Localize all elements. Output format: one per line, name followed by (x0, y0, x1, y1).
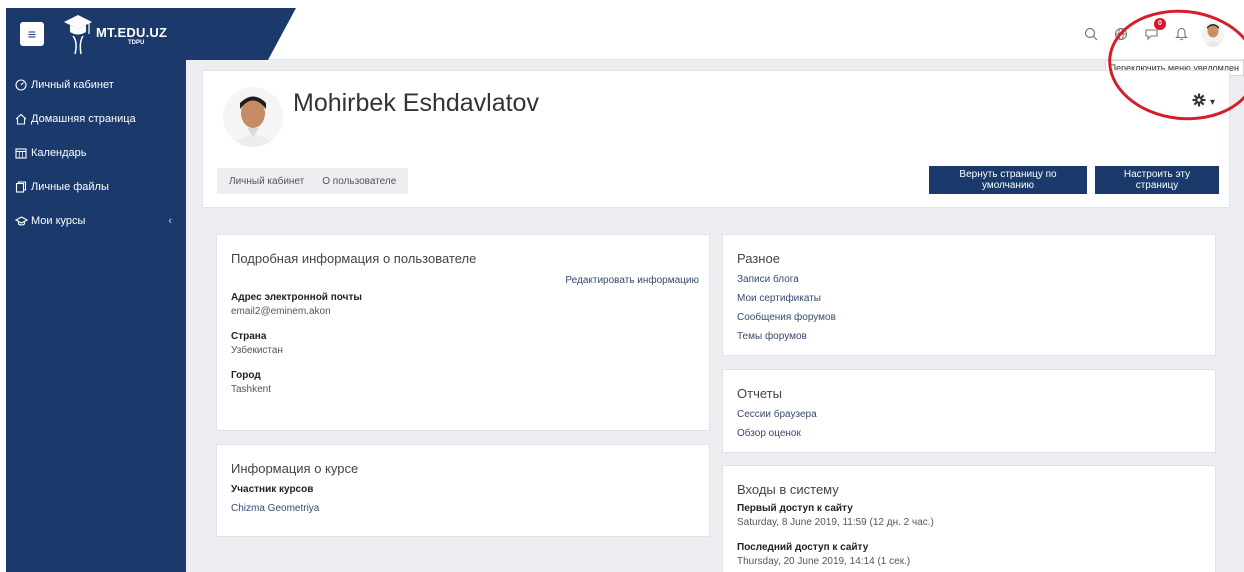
graduation-logo-icon (64, 15, 92, 55)
sidebar-item-home[interactable]: Домашняя страница (6, 102, 186, 136)
graduation-cap-icon (14, 214, 28, 228)
message-count-badge: 0 (1154, 18, 1166, 30)
reset-page-button[interactable]: Вернуть страницу по умолчанию (929, 166, 1087, 194)
country-value: Узбекистан (231, 345, 283, 356)
misc-card: Разное Записи блога Мои сертификаты Сооб… (722, 234, 1216, 356)
email-label: Адрес электронной почты (231, 292, 362, 303)
brand-subtitle: TDPU (128, 40, 145, 46)
course-details-title: Информация о курсе (231, 461, 359, 476)
grades-overview-link[interactable]: Обзор оценок (737, 428, 1201, 439)
sidebar: Личный кабинет Домашняя страница Календа… (6, 60, 186, 572)
email-value: email2@eminem.akon (231, 306, 331, 317)
globe-icon[interactable] (1112, 25, 1130, 43)
files-icon (14, 180, 28, 194)
forum-posts-link[interactable]: Сообщения форумов (737, 312, 1201, 323)
breadcrumb-item-profile[interactable]: О пользователе (322, 176, 396, 187)
first-access-value: Saturday, 8 June 2019, 11:59 (12 дн. 2 ч… (737, 517, 934, 528)
sidebar-item-label: Домашняя страница (31, 113, 136, 125)
sidebar-item-dashboard[interactable]: Личный кабинет (6, 68, 186, 102)
sidebar-item-label: Мои курсы (31, 215, 86, 227)
caret-down-icon: ▾ (1209, 97, 1215, 108)
reports-card: Отчеты Сессии браузера Обзор оценок (722, 369, 1216, 453)
breadcrumb-item-dashboard[interactable]: Личный кабинет (229, 176, 304, 187)
calendar-icon (14, 146, 28, 160)
browser-sessions-link[interactable]: Сессии браузера (737, 409, 1201, 420)
sidebar-item-label: Личные файлы (31, 181, 109, 193)
city-value: Tashkent (231, 384, 272, 395)
customize-page-button[interactable]: Настроить эту страницу (1095, 166, 1219, 194)
course-participant-label: Участник курсов (231, 484, 314, 495)
profile-photo (223, 87, 283, 147)
messages-icon[interactable]: 0 (1142, 18, 1166, 43)
my-certificates-link[interactable]: Мои сертификаты (737, 293, 1201, 304)
edit-profile-link[interactable]: Редактировать информацию (565, 275, 699, 286)
home-icon (14, 112, 28, 126)
search-icon[interactable] (1082, 25, 1100, 43)
user-details-card: Подробная информация о пользователе Реда… (216, 234, 710, 431)
breadcrumb: Личный кабинет О пользователе (217, 168, 409, 194)
top-navbar: ≡ MT.EDU.UZ TDPU 0 Переключить меню увед… (6, 8, 1244, 76)
reports-title: Отчеты (737, 386, 782, 401)
last-access-value: Thursday, 20 June 2019, 14:14 (1 сек.) (737, 556, 911, 567)
course-link[interactable]: Chizma Geometriya (231, 503, 695, 514)
last-access-label: Последний доступ к сайту (737, 542, 869, 553)
settings-menu[interactable]: ▾ (1192, 93, 1215, 112)
country-label: Страна (231, 331, 267, 342)
course-details-card: Информация о курсе Участник курсов Chizm… (216, 444, 710, 537)
forum-discussions-link[interactable]: Темы форумов (737, 331, 1201, 342)
sidebar-item-label: Календарь (31, 147, 87, 159)
top-icons: 0 (1082, 18, 1224, 48)
login-activity-title: Входы в систему (737, 482, 839, 497)
menu-toggle-button[interactable]: ≡ (20, 22, 44, 46)
sidebar-item-files[interactable]: Личные файлы (6, 170, 186, 204)
user-details-title: Подробная информация о пользователе (231, 251, 477, 266)
first-access-label: Первый доступ к сайту (737, 503, 853, 514)
sidebar-item-calendar[interactable]: Календарь (6, 136, 186, 170)
page-title: Mohirbek Eshdavlatov (293, 89, 539, 117)
page-frame: ≡ MT.EDU.UZ TDPU 0 Переключить меню увед… (6, 8, 1244, 572)
sidebar-item-my-courses[interactable]: Мои курсы ‹ (6, 204, 186, 238)
city-label: Город (231, 370, 261, 381)
blog-entries-link[interactable]: Записи блога (737, 274, 1201, 285)
profile-header-card: Mohirbek Eshdavlatov ▾ Личный кабинет О … (202, 70, 1230, 208)
user-avatar[interactable] (1202, 21, 1224, 47)
login-activity-card: Входы в систему Первый доступ к сайту Sa… (722, 465, 1216, 572)
chevron-left-icon[interactable]: ‹ (168, 215, 172, 227)
brand-title[interactable]: MT.EDU.UZ (96, 25, 167, 40)
bell-icon[interactable] (1172, 25, 1190, 43)
misc-title: Разное (737, 251, 780, 266)
sidebar-item-label: Личный кабинет (31, 79, 114, 91)
gear-icon (1192, 93, 1206, 112)
dashboard-icon (14, 78, 28, 92)
